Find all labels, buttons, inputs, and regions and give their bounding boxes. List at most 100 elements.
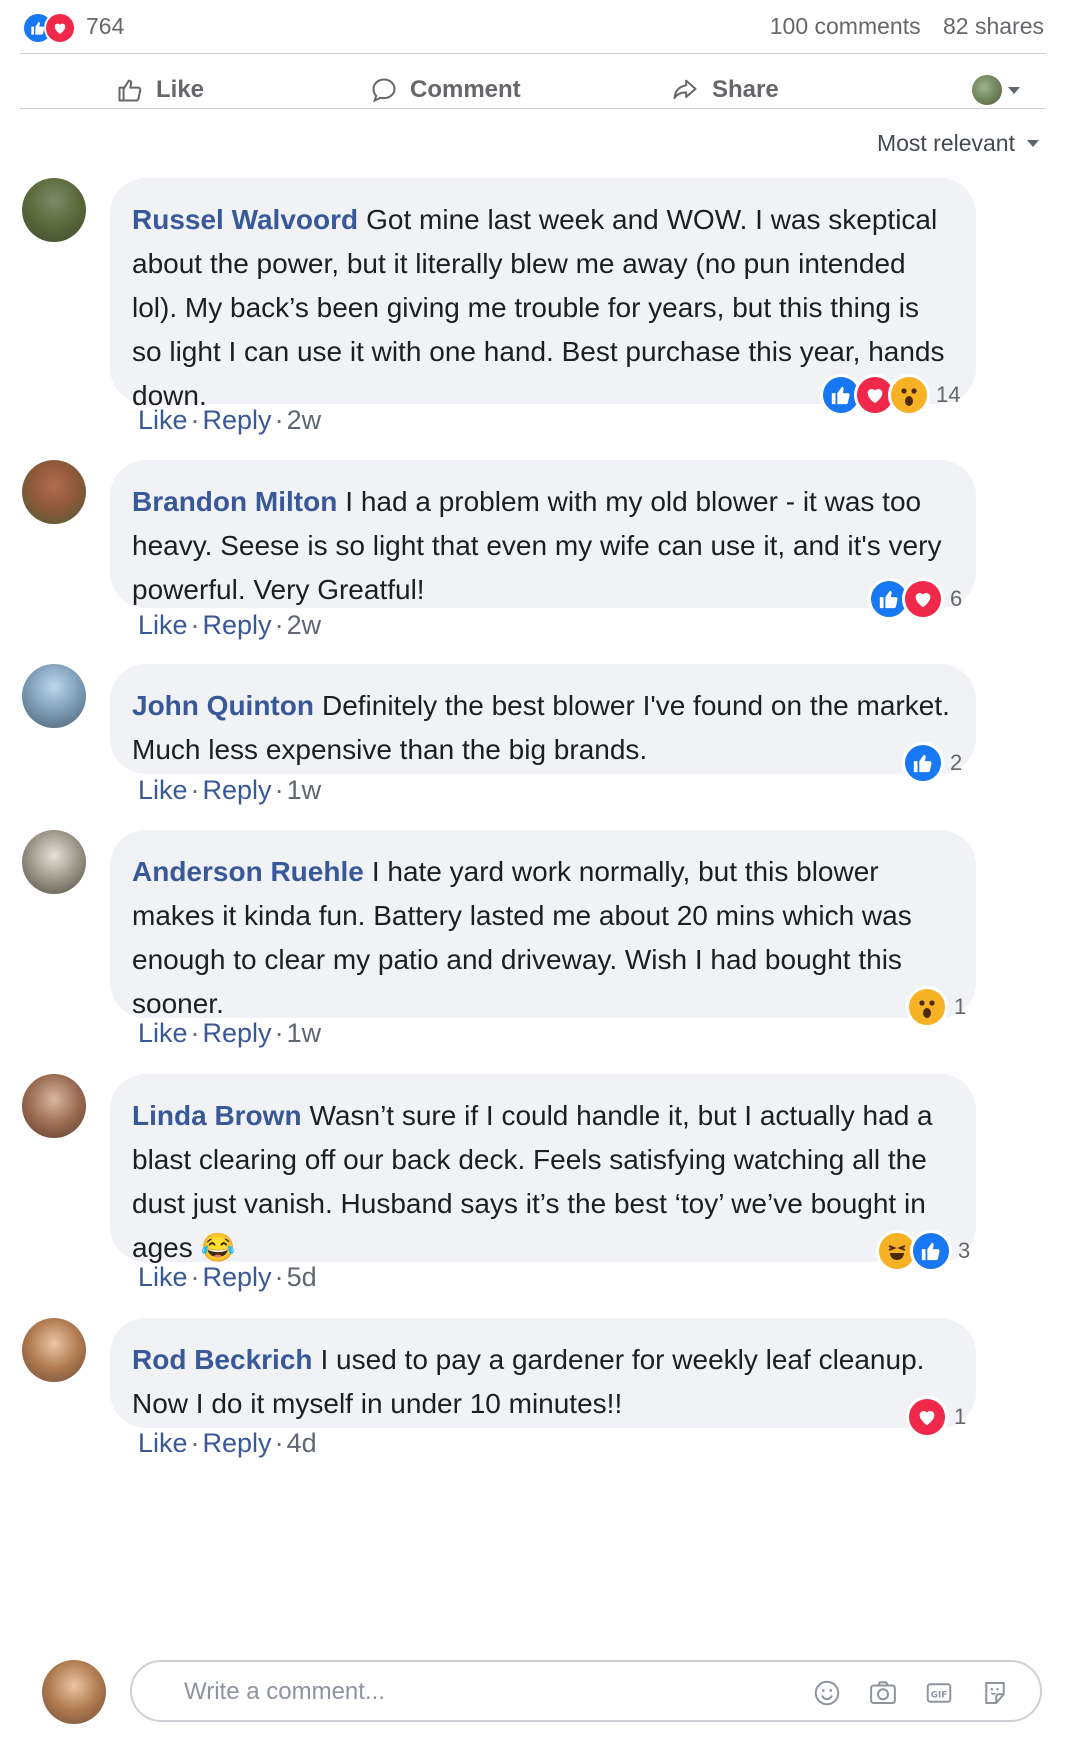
composer-tools: GIF [810, 1676, 1012, 1710]
comment-reactions[interactable]: 3 [876, 1230, 970, 1272]
comment-bubble: Anderson Ruehle I hate yard work normally… [110, 830, 976, 1019]
separator: · [274, 1428, 284, 1458]
timestamp[interactable]: 1w [287, 775, 322, 805]
avatar[interactable] [42, 1660, 106, 1724]
share-button[interactable]: Share [670, 60, 779, 120]
share-label: Share [712, 76, 779, 103]
reply-link[interactable]: Reply [203, 405, 272, 435]
svg-text:GIF: GIF [931, 1690, 947, 1700]
comment-author[interactable]: Russel Walvoord [132, 204, 358, 235]
comment-meta: Like · Reply · 1w [138, 1018, 321, 1049]
separator: · [190, 1262, 200, 1292]
timestamp[interactable]: 5d [287, 1262, 317, 1292]
post-as-selector[interactable] [972, 75, 1020, 105]
love-icon [902, 578, 944, 620]
like-link[interactable]: Like [138, 1262, 188, 1292]
love-icon [44, 12, 76, 44]
timestamp[interactable]: 1w [287, 1018, 322, 1048]
thumbs-up-icon [118, 79, 142, 102]
timestamp[interactable]: 2w [287, 405, 322, 435]
like-link[interactable]: Like [138, 1428, 188, 1458]
timestamp[interactable]: 2w [287, 610, 322, 640]
like-link[interactable]: Like [138, 1018, 188, 1048]
comment-author[interactable]: Rod Beckrich [132, 1344, 313, 1375]
comment-bubble: Linda Brown Wasn’t sure if I could handle… [110, 1074, 976, 1263]
avatar[interactable] [22, 1074, 86, 1138]
avatar[interactable] [22, 178, 86, 242]
gif-icon[interactable]: GIF [922, 1676, 956, 1710]
like-label: Like [156, 76, 205, 103]
like-icon [910, 1230, 952, 1272]
sort-label: Most relevant [876, 130, 1015, 156]
avatar[interactable] [22, 460, 86, 524]
comment-meta: Like · Reply · 5d [138, 1262, 317, 1293]
separator: · [274, 610, 284, 640]
love-icon [906, 1396, 948, 1438]
chevron-down-icon [1027, 140, 1039, 147]
reaction-count: 3 [958, 1238, 971, 1263]
avatar[interactable] [22, 664, 86, 728]
separator: · [274, 1262, 284, 1292]
like-link[interactable]: Like [138, 405, 188, 435]
comment-author[interactable]: John Quinton [132, 690, 314, 721]
timestamp[interactable]: 4d [287, 1428, 317, 1458]
avatar [972, 75, 1002, 105]
comment-reactions[interactable]: 6 [868, 578, 962, 620]
emoji-icon[interactable] [810, 1676, 844, 1710]
like-button[interactable]: Like [116, 60, 204, 120]
comment-bubble-icon [372, 78, 396, 103]
reaction-count: 1 [954, 994, 967, 1019]
divider [20, 53, 1046, 54]
avatar[interactable] [22, 1318, 86, 1382]
reply-link[interactable]: Reply [203, 1018, 272, 1048]
separator: · [190, 610, 200, 640]
comment-author[interactable]: Linda Brown [132, 1100, 302, 1131]
reaction-count[interactable]: 764 [86, 13, 124, 40]
wow-icon [906, 986, 948, 1028]
reply-link[interactable]: Reply [203, 610, 272, 640]
comment-button[interactable]: Comment [370, 60, 521, 120]
separator: · [190, 1428, 200, 1458]
reaction-count: 6 [950, 586, 963, 611]
comment-reactions[interactable]: 1 [906, 1396, 966, 1438]
comment-label: Comment [410, 76, 521, 103]
like-icon [902, 742, 944, 784]
divider [20, 108, 1046, 109]
reply-link[interactable]: Reply [203, 775, 272, 805]
chevron-down-icon [1008, 86, 1020, 94]
like-link[interactable]: Like [138, 775, 188, 805]
comment-author[interactable]: Anderson Ruehle [132, 856, 364, 887]
reaction-count: 2 [950, 750, 963, 775]
reply-link[interactable]: Reply [203, 1262, 272, 1292]
avatar[interactable] [22, 830, 86, 894]
comment-reactions[interactable]: 2 [902, 742, 962, 784]
camera-icon[interactable] [866, 1676, 900, 1710]
separator: · [190, 405, 200, 435]
write-comment-box[interactable]: Write a comment... GIF [130, 1660, 1042, 1722]
comment-meta: Like · Reply · 1w [138, 775, 321, 806]
comment-meta: Like · Reply · 4d [138, 1428, 317, 1459]
wow-icon [888, 374, 930, 416]
comment-author[interactable]: Brandon Milton [132, 486, 337, 517]
comment-sort-dropdown[interactable]: Most relevant [877, 130, 1039, 157]
comment-reactions[interactable]: 14 [820, 374, 960, 416]
separator: · [274, 775, 284, 805]
post-actions: Like Comment Share [20, 60, 1046, 120]
comment-reactions[interactable]: 1 [906, 986, 966, 1028]
shares-count[interactable]: 82 shares [943, 13, 1044, 39]
sticker-icon[interactable] [978, 1676, 1012, 1710]
like-link[interactable]: Like [138, 610, 188, 640]
reaction-count: 14 [936, 382, 961, 407]
reaction-count: 1 [954, 1404, 967, 1429]
comment-bubble: John Quinton Definitely the best blower I… [110, 664, 976, 774]
post-stats: 764 100 comments 82 shares [22, 0, 1044, 54]
comment-input-placeholder[interactable]: Write a comment... [184, 1678, 385, 1706]
reply-link[interactable]: Reply [203, 1428, 272, 1458]
comment-meta: Like · Reply · 2w [138, 405, 321, 436]
share-arrow-icon [673, 79, 697, 100]
separator: · [190, 775, 200, 805]
comments-count[interactable]: 100 comments [770, 13, 921, 39]
comment-bubble: Rod Beckrich I used to pay a gardener for… [110, 1318, 976, 1428]
comment-meta: Like · Reply · 2w [138, 610, 321, 641]
separator: · [190, 1018, 200, 1048]
